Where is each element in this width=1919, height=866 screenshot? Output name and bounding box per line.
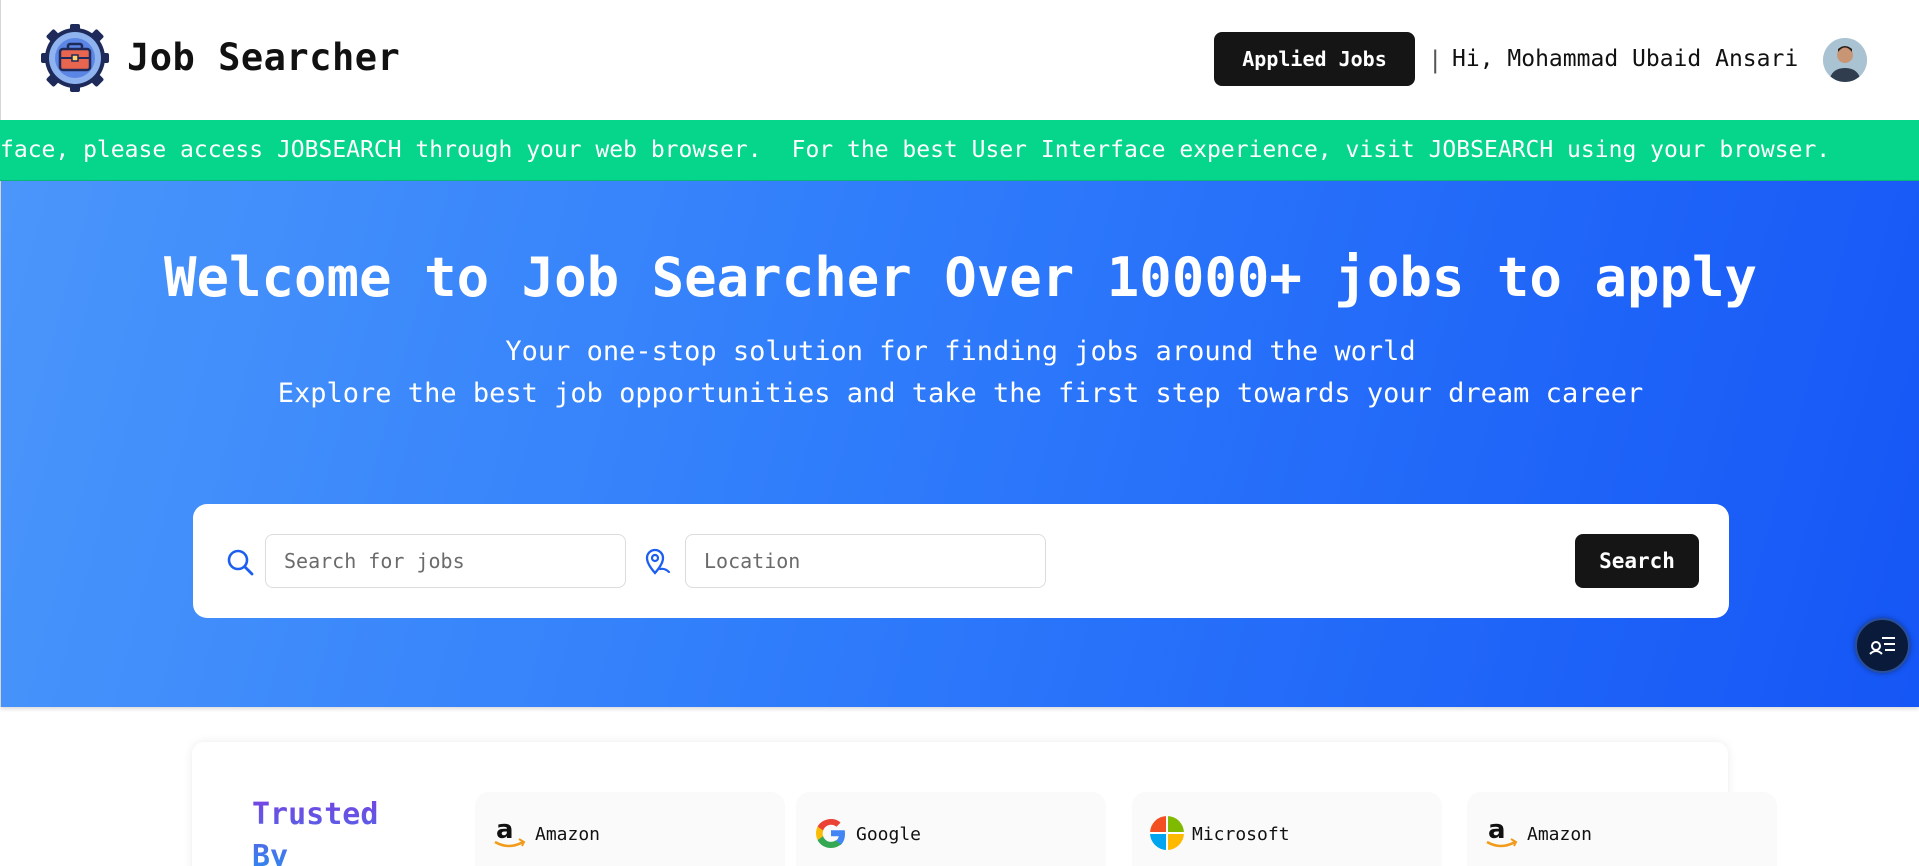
header-separator: | [1428,46,1443,74]
brand-title[interactable]: Job Searcher [127,36,400,79]
svg-text:a: a [496,815,514,845]
search-icon [225,547,255,577]
gear-briefcase-logo-icon[interactable] [39,22,111,94]
company-card-amazon: a Amazon [475,792,785,866]
hero-subtitle-1: Your one-stop solution for finding jobs … [505,336,1416,367]
applied-jobs-button[interactable]: Applied Jobs [1214,32,1415,86]
company-card-microsoft: Microsoft [1132,792,1442,866]
announcement-message: For the best User Interface experience, … [791,137,1831,163]
trusted-title-line-2: By [252,839,289,866]
google-logo-icon [812,814,850,852]
svg-text:a: a [1488,815,1506,845]
search-button[interactable]: Search [1575,534,1699,588]
announcement-text: face, please access JOBSEARCH through yo… [0,137,1860,163]
amazon-logo-icon: a [491,814,529,852]
company-card-amazon-2: a Amazon [1467,792,1777,866]
user-greeting: Hi, Mohammad Ubaid Ansari [1452,46,1799,72]
hero-section: Welcome to Job Searcher Over 10000+ jobs… [0,181,1919,707]
trusted-by-section: Trusted By a Amazon Google Microsoft a A… [192,742,1777,866]
announcement-banner: face, please access JOBSEARCH through yo… [0,120,1919,181]
company-name: Amazon [535,824,601,845]
search-bar: Search [193,504,1729,618]
company-name: Google [856,824,922,845]
top-header: Job Searcher Applied Jobs | Hi, Mohammad… [0,0,1919,120]
floating-menu-button[interactable] [1855,618,1910,673]
location-input[interactable] [685,534,1046,588]
hero-title: Welcome to Job Searcher Over 10000+ jobs… [163,246,1758,309]
trusted-title-line-1: Trusted [252,797,379,832]
profile-list-icon [1868,632,1897,660]
location-pin-icon [643,546,673,576]
amazon-logo-icon: a [1483,814,1521,852]
hero-subtitle-2: Explore the best job opportunities and t… [277,378,1644,409]
user-avatar[interactable] [1823,38,1867,82]
company-name: Amazon [1527,824,1593,845]
microsoft-logo-icon [1148,814,1186,852]
announcement-message-partial: face, please access JOBSEARCH through yo… [0,137,762,163]
job-search-input[interactable] [265,534,626,588]
trusted-by-title: Trusted By [252,794,392,866]
company-card-google: Google [796,792,1106,866]
company-name: Microsoft [1192,824,1290,845]
